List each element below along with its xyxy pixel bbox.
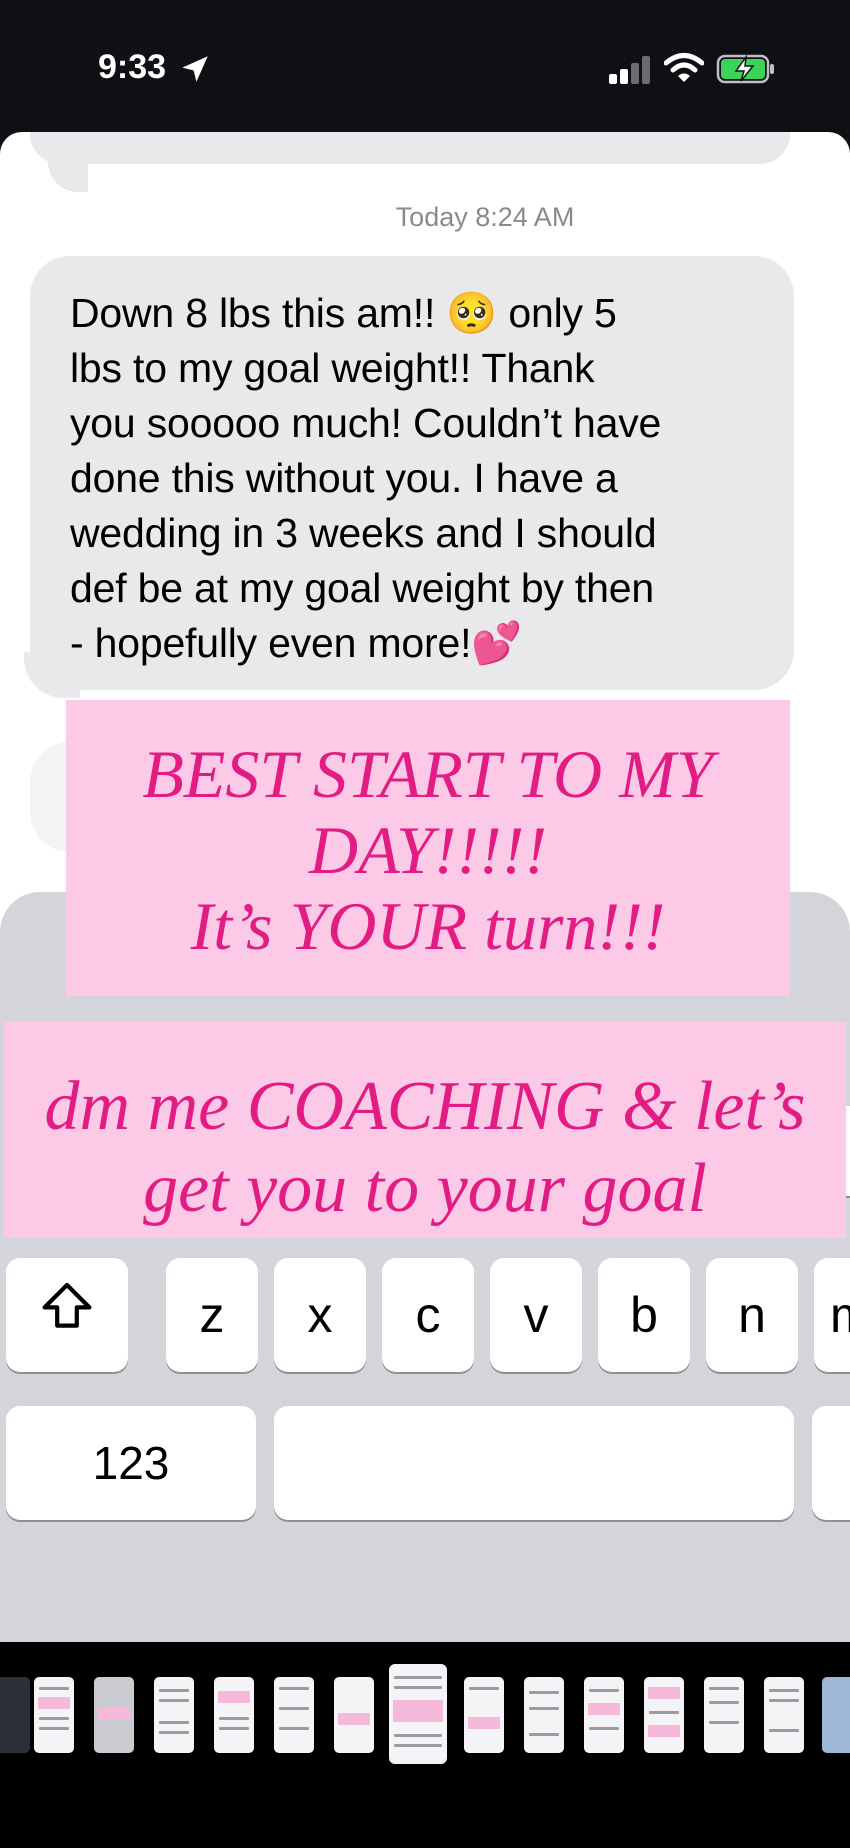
- story-thumbnail[interactable]: [704, 1677, 744, 1753]
- screen: 9:33 Today 8:24 AM Down 8 lbs this am!! …: [0, 0, 850, 1848]
- message-line: lbs to my goal weight!! Thank: [70, 345, 595, 391]
- battery-charging-icon: [716, 54, 774, 84]
- message-timestamp: Today 8:24 AM: [0, 202, 850, 233]
- key-x[interactable]: x: [274, 1258, 366, 1372]
- status-time: 9:33: [98, 48, 167, 86]
- message-line: you sooooo much! Couldn’t have: [70, 400, 662, 446]
- space-key[interactable]: [274, 1406, 794, 1520]
- received-message-bubble[interactable]: Down 8 lbs this am!! 🥺 only 5 lbs to my …: [30, 256, 794, 690]
- cta-line: dm me COACHING & let’s: [44, 1068, 806, 1145]
- previous-message-tail: [48, 152, 88, 192]
- story-thumbnail[interactable]: [524, 1677, 564, 1753]
- key-n[interactable]: n: [706, 1258, 798, 1372]
- status-bar: 9:33: [0, 0, 850, 132]
- message-line: done this without you. I have a: [70, 455, 618, 501]
- promo-line: DAY!!!!!: [309, 812, 547, 888]
- key-c[interactable]: c: [382, 1258, 474, 1372]
- shift-key[interactable]: [6, 1258, 128, 1372]
- timestamp-time: 8:24 AM: [475, 202, 575, 232]
- return-key-partial[interactable]: [812, 1406, 850, 1520]
- cellular-signal-icon: [609, 56, 651, 84]
- message-line: wedding in 3 weeks and I should: [70, 510, 657, 556]
- timestamp-day: Today: [395, 202, 468, 232]
- previous-message-bubble: [30, 132, 790, 164]
- story-thumbnail[interactable]: [584, 1677, 624, 1753]
- wifi-icon: [664, 53, 704, 82]
- key-v[interactable]: v: [490, 1258, 582, 1372]
- received-message-text: Down 8 lbs this am!! 🥺 only 5 lbs to my …: [70, 286, 760, 671]
- keyboard: s a s d f g h j z x c v b n m 123: [0, 892, 850, 1642]
- shift-arrow-icon: [42, 1282, 92, 1328]
- story-thumbnail[interactable]: [644, 1677, 684, 1753]
- story-thumbnail[interactable]: [154, 1677, 194, 1753]
- story-thumbnail-strip: [0, 1642, 850, 1848]
- key-z[interactable]: z: [166, 1258, 258, 1372]
- story-thumbnail[interactable]: [274, 1677, 314, 1753]
- message-line: - hopefully even more!💕: [70, 620, 523, 666]
- promo-overlay-top: BEST START TO MY DAY!!!!! It’s YOUR turn…: [66, 700, 790, 996]
- story-thumbnail[interactable]: [464, 1677, 504, 1753]
- message-line: def be at my goal weight by then: [70, 565, 654, 611]
- numbers-key[interactable]: 123: [6, 1406, 256, 1520]
- location-arrow-icon: [182, 56, 208, 82]
- story-thumbnail[interactable]: [822, 1677, 850, 1753]
- story-thumbnail[interactable]: [94, 1677, 134, 1753]
- key-m-partial[interactable]: m: [814, 1258, 850, 1372]
- message-line: Down 8 lbs this am!! 🥺 only 5: [70, 290, 617, 336]
- promo-line: It’s YOUR turn!!!: [190, 888, 666, 964]
- story-thumbnail-selected[interactable]: [389, 1664, 447, 1764]
- story-thumbnail[interactable]: [214, 1677, 254, 1753]
- promo-line: BEST START TO MY: [142, 736, 714, 812]
- promo-overlay-bottom: dm me COACHING & let’s get you to your g…: [4, 1022, 846, 1238]
- key-b[interactable]: b: [598, 1258, 690, 1372]
- cta-line: get you to your goal: [143, 1150, 707, 1227]
- story-thumbnail[interactable]: [334, 1677, 374, 1753]
- story-thumbnail[interactable]: [764, 1677, 804, 1753]
- story-thumbnail[interactable]: [34, 1677, 74, 1753]
- story-thumbnail[interactable]: [0, 1677, 30, 1753]
